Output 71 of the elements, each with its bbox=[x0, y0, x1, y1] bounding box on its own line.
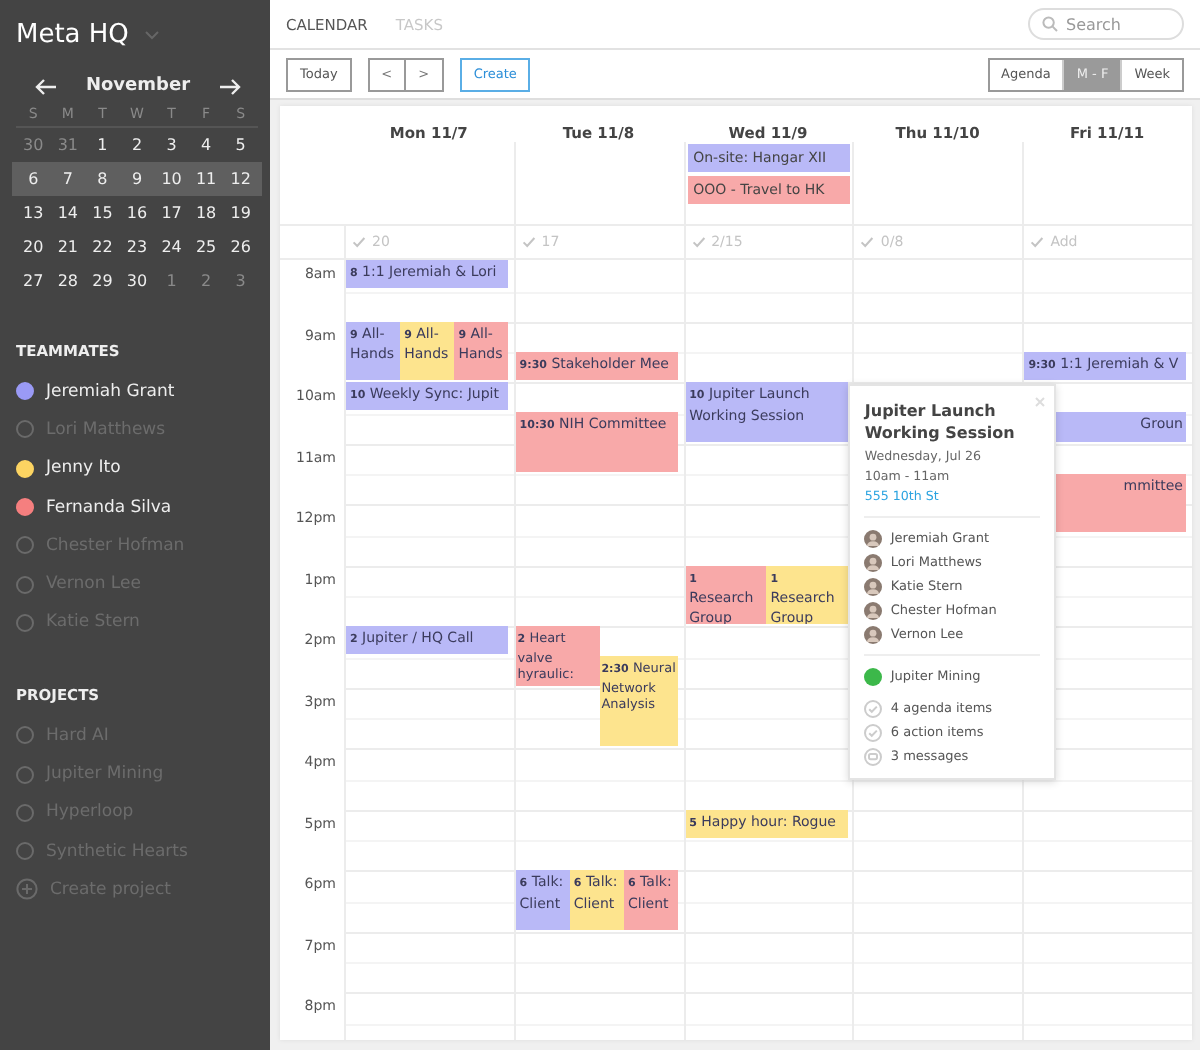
week-row[interactable]: 6 7 8 9 10 11 12 bbox=[12, 162, 262, 196]
teammate-item[interactable]: Jenny Ito bbox=[16, 449, 258, 488]
teammate-item[interactable]: Fernanda Silva bbox=[16, 487, 258, 527]
check-icon bbox=[1030, 236, 1045, 248]
calendar-day[interactable]: 11 bbox=[188, 170, 224, 188]
calendar-day[interactable]: 21 bbox=[50, 238, 86, 256]
event-title: Jupiter Launch Working Session bbox=[864, 400, 1017, 444]
project-dot[interactable] bbox=[16, 726, 34, 745]
calendar-day[interactable]: 18 bbox=[188, 204, 224, 222]
calendar-day[interactable]: 2 bbox=[119, 136, 155, 154]
project-dot[interactable] bbox=[16, 842, 34, 861]
avatar-icon bbox=[864, 553, 883, 571]
calendar-day[interactable]: 27 bbox=[16, 272, 51, 290]
arrow-left-icon[interactable] bbox=[34, 77, 58, 95]
calendar-day[interactable]: 5 bbox=[223, 136, 258, 154]
week-row[interactable]: 20 21 22 23 24 25 26 bbox=[12, 230, 262, 264]
teammate-dot[interactable] bbox=[16, 382, 34, 401]
teammate-dot[interactable] bbox=[16, 536, 34, 555]
calendar-day[interactable]: 24 bbox=[154, 238, 189, 256]
calendar-day[interactable]: 6 bbox=[16, 170, 51, 188]
arrow-right-icon[interactable] bbox=[218, 77, 242, 95]
close-icon[interactable] bbox=[1034, 396, 1047, 408]
teammate-dot[interactable] bbox=[16, 498, 34, 517]
check-icon bbox=[691, 236, 706, 248]
calendar-day[interactable]: 29 bbox=[85, 272, 120, 290]
calendar-day[interactable]: 16 bbox=[119, 204, 155, 222]
calendar-day[interactable]: 9 bbox=[119, 170, 155, 188]
calendar-day[interactable]: 30 bbox=[119, 272, 155, 290]
calendar-day[interactable]: 8 bbox=[85, 170, 120, 188]
chevron-down-icon[interactable] bbox=[144, 29, 161, 39]
chat-icon bbox=[864, 747, 883, 765]
week-row[interactable]: 13 14 15 16 17 18 19 bbox=[12, 196, 262, 230]
week-row[interactable]: 27 28 29 30 1 2 3 bbox=[12, 264, 262, 298]
avatar-icon bbox=[864, 529, 883, 547]
check-icon bbox=[521, 236, 536, 248]
check-circle-icon bbox=[864, 699, 883, 717]
calendar-day[interactable]: 4 bbox=[188, 136, 224, 154]
teammate-dot[interactable] bbox=[16, 575, 34, 594]
teammate-item[interactable]: Jeremiah Grant bbox=[16, 372, 258, 411]
calendar-day[interactable]: 25 bbox=[188, 238, 224, 256]
calendar-day[interactable]: 1 bbox=[85, 136, 120, 154]
calendar-day[interactable]: 14 bbox=[50, 204, 86, 222]
calendar-day[interactable]: 10 bbox=[154, 170, 189, 188]
avatar-icon bbox=[864, 601, 883, 619]
check-icon bbox=[352, 236, 366, 248]
avatar-icon bbox=[864, 625, 883, 643]
calendar-day[interactable]: 12 bbox=[223, 170, 258, 188]
calendar-day[interactable]: 7 bbox=[50, 170, 86, 188]
calendar-day[interactable]: 26 bbox=[223, 238, 258, 256]
search-field[interactable]: Search bbox=[1028, 8, 1184, 40]
project-dot[interactable] bbox=[16, 765, 34, 784]
calendar-day[interactable]: 13 bbox=[16, 204, 51, 222]
search-icon bbox=[1042, 16, 1058, 32]
month-label: November bbox=[85, 76, 191, 96]
teammate-dot[interactable] bbox=[16, 613, 34, 632]
calendar-day[interactable]: 19 bbox=[223, 204, 258, 222]
plus-circle-icon bbox=[16, 878, 38, 901]
calendar-day[interactable]: 20 bbox=[16, 238, 51, 256]
teammate-dot[interactable] bbox=[16, 420, 34, 439]
workspace-title[interactable]: Meta HQ bbox=[16, 19, 129, 49]
calendar-day[interactable]: 28 bbox=[50, 272, 86, 290]
calendar-day[interactable]: 15 bbox=[85, 204, 120, 222]
calendar-day[interactable]: 17 bbox=[154, 204, 189, 222]
week-row[interactable]: 30 31 1 2 3 4 5 bbox=[12, 128, 262, 162]
calendar-day[interactable]: 23 bbox=[119, 238, 155, 256]
check-icon bbox=[860, 236, 875, 248]
project-dot[interactable] bbox=[16, 803, 34, 822]
avatar-icon bbox=[864, 577, 883, 595]
calendar-day[interactable]: 3 bbox=[154, 136, 189, 154]
calendar-day[interactable]: 22 bbox=[85, 238, 120, 256]
check-circle-icon bbox=[864, 723, 883, 741]
